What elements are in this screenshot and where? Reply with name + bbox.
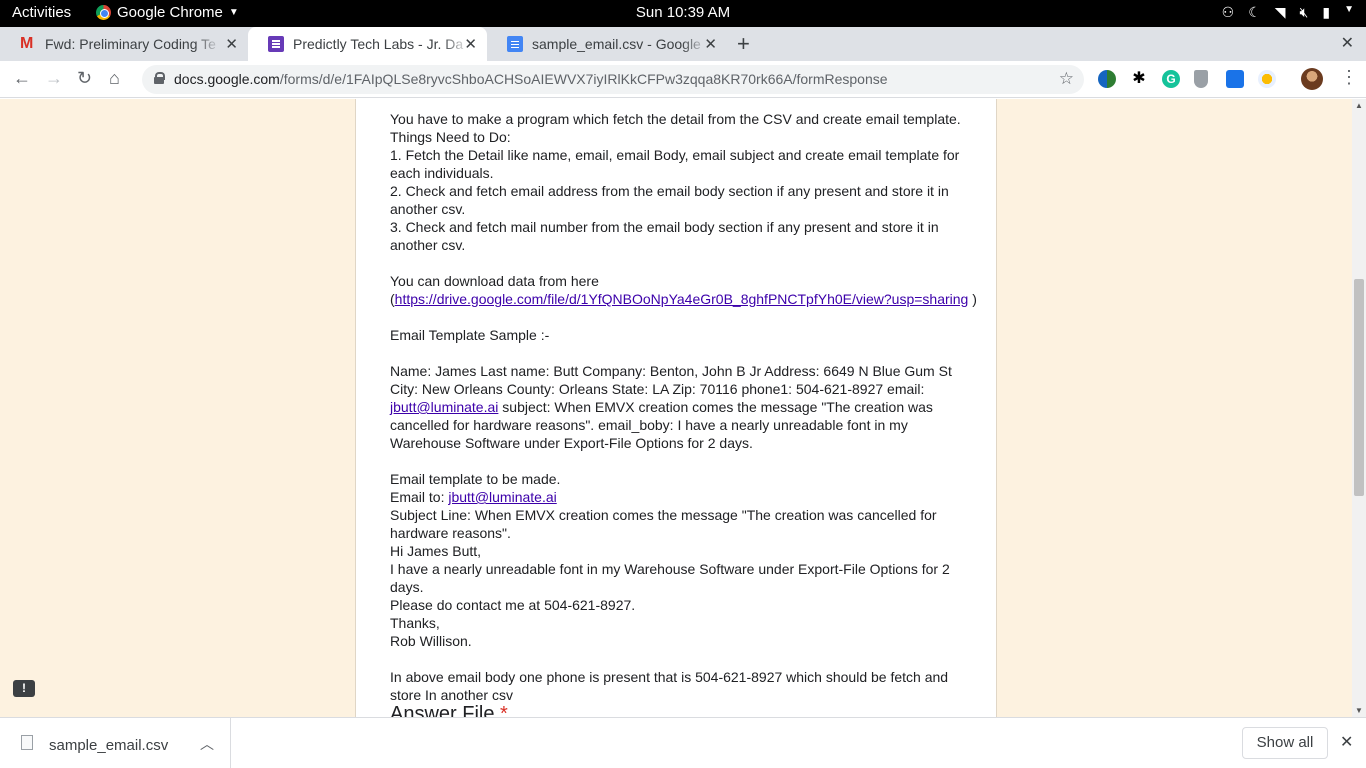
extension-compass-icon[interactable] [1258, 70, 1276, 88]
chrome-menu-icon[interactable]: ⋮ [1340, 67, 1358, 88]
lock-icon[interactable] [154, 72, 165, 84]
back-icon[interactable]: ← [13, 68, 31, 89]
download-data-link[interactable]: https://drive.google.com/file/d/1YfQNBOo… [395, 291, 969, 307]
scroll-up-arrow-icon[interactable]: ▲ [1355, 101, 1363, 110]
activities-button[interactable]: Activities [12, 4, 71, 21]
email-to-link[interactable]: jbutt@luminate.ai [448, 489, 556, 505]
thanks-line: Thanks, [390, 615, 440, 631]
required-asterisk: * [500, 703, 508, 717]
grammarly-icon[interactable]: G [1162, 70, 1180, 88]
note-line: In above email body one phone is present… [390, 669, 949, 703]
description-line: 1. Fetch the Detail like name, email, em… [390, 147, 960, 181]
sample-heading: Email Template Sample :- [390, 327, 550, 343]
description-line: Things Need to Do: [390, 129, 511, 145]
system-menu-dropdown-icon[interactable]: ▼ [1344, 4, 1354, 21]
url-text[interactable]: docs.google.com/forms/d/e/1FAIpQLSe8ryvc… [174, 71, 888, 87]
battery-charging-icon[interactable]: ▮ [1322, 4, 1330, 21]
scrollbar-thumb[interactable] [1354, 279, 1364, 496]
volume-muted-icon[interactable]: 🔇︎ [1300, 4, 1309, 21]
extension-paw-icon[interactable]: ✱ [1130, 70, 1148, 88]
close-tab-icon[interactable]: ✕ [464, 35, 477, 53]
page-scrollbar[interactable]: ▲ ▼ [1352, 99, 1366, 717]
tab-title: sample_email.csv - Google [532, 36, 701, 52]
tab-strip: M Fwd: Preliminary Coding Te ✕ Predictly… [0, 27, 1366, 61]
extension-screen-icon[interactable] [1226, 70, 1244, 88]
body-line: I have a nearly unreadable font in my Wa… [390, 561, 950, 595]
bookmark-star-icon[interactable]: ☆ [1059, 69, 1074, 89]
close-tab-icon[interactable]: ✕ [225, 35, 238, 53]
show-all-button[interactable]: Show all [1242, 727, 1328, 759]
people-icon[interactable]: ⚇ [1222, 4, 1235, 21]
extension-shield-icon[interactable] [1194, 70, 1208, 88]
app-menu[interactable]: Google Chrome ▼ [96, 4, 239, 21]
tab-title: Fwd: Preliminary Coding Te [45, 36, 216, 52]
scroll-down-arrow-icon[interactable]: ▼ [1355, 706, 1363, 715]
download-item[interactable]: sample_email.csv ︿ [0, 718, 231, 768]
description-line: You have to make a program which fetch t… [390, 111, 961, 127]
gmail-icon: M [20, 35, 34, 52]
greeting-line: Hi James Butt, [390, 543, 482, 559]
google-docs-icon [507, 36, 523, 52]
answer-file-label: Answer File * [390, 703, 508, 717]
file-icon [21, 735, 33, 750]
night-light-icon[interactable]: ☾ [1248, 4, 1261, 21]
template-heading: Email template to be made. [390, 471, 561, 487]
tab-title: Predictly Tech Labs - Jr. Da [293, 36, 464, 52]
reload-icon[interactable]: ↻ [77, 68, 92, 89]
system-top-bar: Activities Google Chrome ▼ Sun 10:39 AM … [0, 0, 1366, 27]
sample-record: Name: James Last name: Butt Company: Ben… [390, 363, 952, 451]
close-window-icon[interactable]: ✕ [1341, 33, 1354, 53]
chevron-up-icon[interactable]: ︿ [200, 734, 214, 754]
forward-icon[interactable]: → [45, 68, 63, 89]
page-viewport: You have to make a program which fetch t… [0, 99, 1366, 717]
close-shelf-icon[interactable]: ✕ [1340, 732, 1353, 752]
home-icon[interactable]: ⌂ [109, 68, 120, 89]
google-forms-icon [268, 36, 284, 52]
chrome-icon [96, 5, 111, 20]
description-line: 2. Check and fetch email address from th… [390, 183, 949, 217]
download-shelf: sample_email.csv ︿ Show all ✕ [0, 717, 1366, 768]
report-problem-icon[interactable]: ! [13, 680, 35, 697]
sample-email-link[interactable]: jbutt@luminate.ai [390, 399, 498, 415]
close-tab-icon[interactable]: ✕ [704, 35, 717, 53]
system-tray[interactable]: ⚇ ☾ ◥ 🔇︎ ▮ ▼ [1222, 4, 1354, 21]
download-file-name[interactable]: sample_email.csv [49, 737, 168, 754]
profile-avatar[interactable] [1301, 68, 1323, 90]
description-line: 3. Check and fetch mail number from the … [390, 219, 939, 253]
download-text: You can download data from here [390, 273, 599, 289]
download-line: (https://drive.google.com/file/d/1YfQNBO… [390, 291, 977, 307]
contact-line: Please do contact me at 504-621-8927. [390, 597, 636, 613]
app-menu-dropdown-icon: ▼ [228, 7, 239, 18]
subject-line: Subject Line: When EMVX creation comes t… [390, 507, 937, 541]
address-bar[interactable]: docs.google.com/forms/d/e/1FAIpQLSe8ryvc… [142, 65, 1084, 94]
signature-line: Rob Willison. [390, 633, 472, 649]
tab-sample-csv[interactable]: sample_email.csv - Google ✕ [487, 27, 727, 61]
tab-predictly-form[interactable]: Predictly Tech Labs - Jr. Da ✕ [248, 27, 487, 61]
app-name: Google Chrome [117, 4, 223, 21]
form-description-card: You have to make a program which fetch t… [355, 99, 997, 717]
browser-toolbar: ← → ↻ ⌂ docs.google.com/forms/d/e/1FAIpQ… [0, 61, 1366, 98]
tab-gmail[interactable]: M Fwd: Preliminary Coding Te ✕ [0, 27, 248, 61]
email-to-line: Email to: jbutt@luminate.ai [390, 489, 557, 505]
wifi-icon[interactable]: ◥ [1275, 4, 1286, 21]
form-description: You have to make a program which fetch t… [390, 110, 982, 704]
new-tab-icon[interactable]: + [737, 31, 750, 57]
extension-globe-icon[interactable] [1098, 70, 1116, 88]
